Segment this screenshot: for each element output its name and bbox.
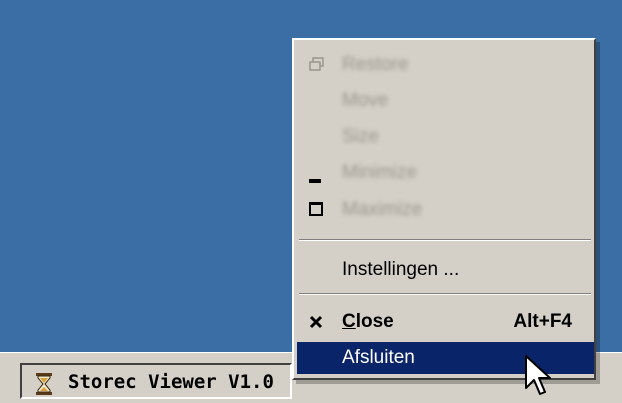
menu-item-size[interactable]: Size [297, 119, 594, 155]
menu-item-label: Maximize [342, 199, 423, 220]
menu-item-close[interactable]: Close Alt+F4 [297, 303, 594, 343]
close-icon [309, 315, 323, 329]
restore-icon [309, 57, 324, 71]
system-menu: Restore Move Size Minimize Maximize Inst… [292, 38, 596, 380]
menu-item-instellingen[interactable]: Instellingen ... [297, 250, 594, 290]
menu-item-label-rest: lose [355, 311, 394, 332]
taskbar-button-storec-viewer[interactable]: Storec Viewer V1.0 [20, 363, 292, 399]
menu-item-label: Instellingen ... [342, 259, 460, 280]
menu-item-move[interactable]: Move [297, 83, 594, 119]
menu-item-label: Minimize [342, 162, 417, 183]
menu-separator [299, 293, 591, 295]
menu-item-label: Size [342, 126, 379, 147]
menu-item-label: Restore [342, 54, 409, 75]
mouse-pointer-icon [525, 355, 551, 395]
menu-item-minimize[interactable]: Minimize [297, 155, 594, 191]
menu-separator [299, 239, 591, 241]
minimize-icon [309, 179, 321, 183]
maximize-icon [309, 202, 323, 216]
menu-item-shortcut: Alt+F4 [513, 311, 572, 332]
menu-item-restore[interactable]: Restore [297, 47, 594, 83]
hourglass-icon [36, 373, 52, 395]
menu-item-label: Move [342, 90, 389, 111]
menu-item-label: Afsluiten [342, 347, 415, 368]
menu-item-label: Close [342, 311, 394, 333]
taskbar-button-label: Storec Viewer V1.0 [68, 371, 274, 393]
menu-item-mnemonic: C [342, 311, 356, 332]
menu-item-maximize[interactable]: Maximize [297, 191, 594, 229]
